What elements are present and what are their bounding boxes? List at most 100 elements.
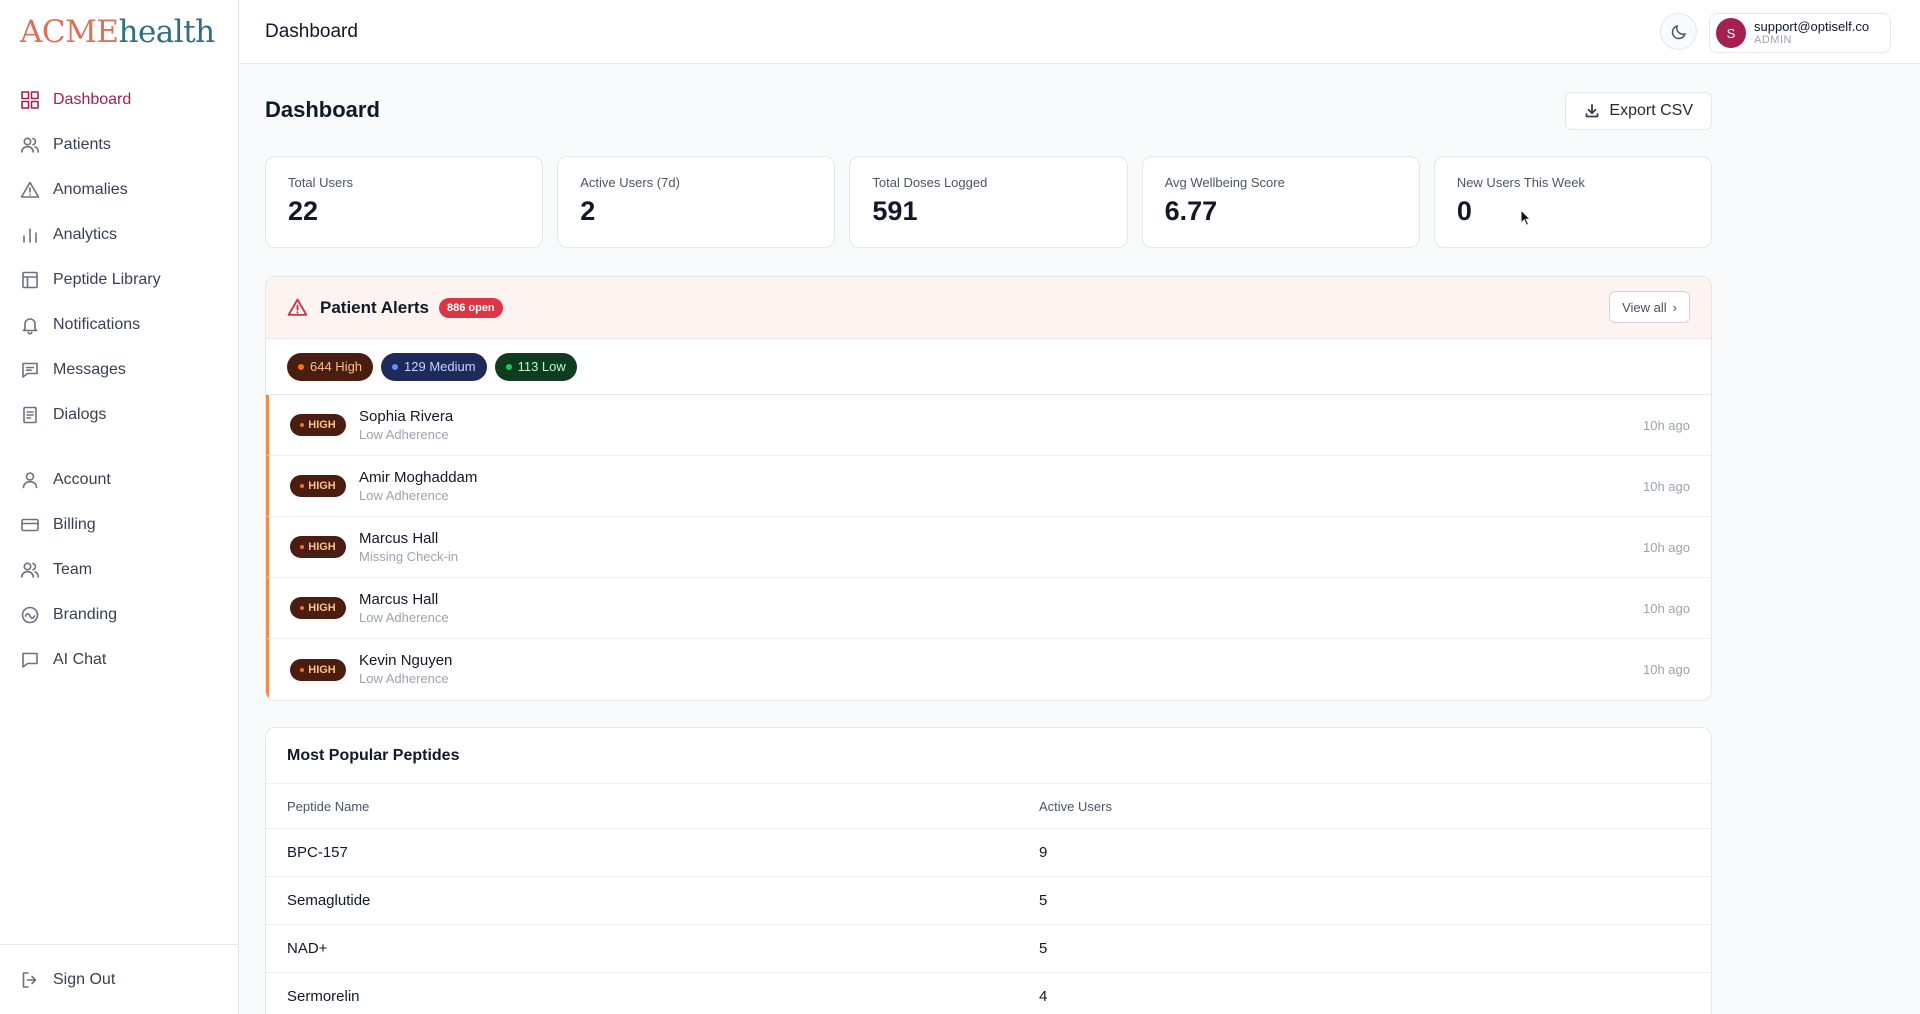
active-users-count: 5 [1039,940,1048,957]
dot-icon [505,363,512,370]
sidebar-item-billing[interactable]: Billing [0,502,238,547]
acme-health-logo[interactable]: ACME health [0,0,238,63]
dot-icon [300,423,305,427]
severity-label: HIGH [308,480,336,492]
stat-value: 6.77 [1164,196,1218,226]
alert-patient-name: Kevin Nguyen [359,652,453,669]
alert-row[interactable]: HIGH Amir Moghaddam Low Adherence 10h ago [266,456,1711,517]
alerts-title: Patient Alerts [320,297,429,317]
nav-section-gap [0,437,238,457]
avatar: S [1716,18,1746,48]
sidebar-item-label: AI Chat [53,650,107,668]
alert-time: 10h ago [1643,417,1690,433]
alert-time: 10h ago [1643,600,1690,616]
popular-peptides-table: Most Popular Peptides Peptide Name Activ… [265,727,1712,1014]
sign-out-icon [22,971,37,988]
table-header: Peptide Name Active Users [266,784,1711,829]
sidebar-item-branding[interactable]: Branding [0,592,238,637]
bell-icon [22,317,38,334]
users-icon [21,136,39,153]
alert-type: Low Adherence [359,671,449,686]
column-header-active-users[interactable]: Active Users [1039,799,1112,814]
alert-row[interactable]: HIGH Sophia Rivera Low Adherence 10h ago [266,395,1711,456]
theme-toggle-button[interactable] [1660,13,1697,50]
active-users-count: 4 [1039,988,1048,1005]
chat-icon [22,652,38,668]
alert-row[interactable]: HIGH Marcus Hall Low Adherence 10h ago [266,578,1711,639]
stat-card-active-users: Active Users (7d) 2 [557,156,836,248]
sign-out-label: Sign Out [53,970,116,988]
severity-badge: HIGH [290,536,346,558]
alert-type: Low Adherence [359,426,449,442]
sidebar-item-dialogs[interactable]: Dialogs [0,392,238,437]
severity-label: HIGH [308,541,336,553]
stat-label: Total Users [288,175,354,190]
alert-type: Low Adherence [359,487,449,503]
peptide-name: BPC-157 [287,844,348,861]
mouse-cursor-icon [1520,209,1532,226]
dot-icon [298,363,304,370]
table-row[interactable]: Semaglutide 5 [266,877,1711,925]
stat-card-new-users: New Users This Week 0 [1433,156,1713,248]
user-role: ADMIN [1754,34,1792,46]
column-header-peptide-name[interactable]: Peptide Name [287,799,1039,814]
view-all-label: View all [1622,299,1667,315]
sidebar-item-label: Patients [53,135,111,153]
moon-icon [1671,24,1686,39]
table-row[interactable]: Sermorelin 4 [266,973,1711,1014]
export-csv-button[interactable]: Export CSV [1565,92,1712,130]
stat-label: Total Doses Logged [872,175,988,190]
stat-card-total-users: Total Users 22 [265,156,544,248]
credit-card-icon [21,518,39,531]
filter-high[interactable]: 644 High [287,352,374,381]
sidebar-item-label: Dashboard [53,90,132,108]
alert-patient-name: Amir Moghaddam [359,468,478,486]
sidebar-item-label: Notifications [53,315,141,333]
team-icon [21,561,39,578]
sidebar-item-peptide-library[interactable]: Peptide Library [0,257,238,302]
sidebar-item-team[interactable]: Team [0,547,238,592]
alert-row[interactable]: HIGH Marcus Hall Missing Check-in 10h ago [266,517,1711,578]
alert-time: 10h ago [1643,662,1690,677]
document-icon [23,406,37,423]
user-icon [22,471,38,488]
message-icon [22,362,38,378]
sign-out-button[interactable]: Sign Out [0,944,238,1014]
table-row[interactable]: NAD+ 5 [266,925,1711,973]
header-title: Dashboard [265,20,358,42]
sidebar-item-label: Account [53,470,111,488]
dot-icon [300,606,305,610]
table-row[interactable]: BPC-157 9 [266,829,1711,877]
dot-icon [392,363,399,370]
severity-label: HIGH [308,663,336,676]
dot-icon [300,545,305,549]
user-menu[interactable]: S support@optiself.co ADMIN [1709,13,1891,53]
export-csv-label: Export CSV [1609,102,1693,119]
sidebar-item-anomalies[interactable]: Anomalies [0,167,238,212]
sidebar-item-ai-chat[interactable]: AI Chat [0,637,238,682]
sidebar-item-patients[interactable]: Patients [0,122,238,167]
page-header: Dashboard Export CSV [265,64,1712,156]
alert-row[interactable]: HIGH Kevin Nguyen Low Adherence 10h ago [266,639,1711,700]
peptide-name: Sermorelin [287,988,360,1005]
severity-filters: 644 High 129 Medium 113 Low [266,339,1711,395]
peptide-name: NAD+ [287,940,328,957]
table-title: Most Popular Peptides [266,728,1711,784]
filter-medium[interactable]: 129 Medium [381,352,487,381]
sidebar-item-account[interactable]: Account [0,457,238,502]
sidebar-item-notifications[interactable]: Notifications [0,302,238,347]
main-content: Dashboard Export CSV Total Users 22 Acti… [265,64,1713,1014]
chevron-right-icon: › [1672,299,1677,315]
stat-value: 2 [580,196,596,226]
filter-low[interactable]: 113 Low [494,352,577,381]
alert-type: Low Adherence [359,609,449,625]
view-all-button[interactable]: View all › [1609,291,1690,323]
stat-label: Active Users (7d) [580,175,680,190]
severity-label: HIGH [308,602,336,614]
download-icon [1586,104,1599,118]
sidebar-item-analytics[interactable]: Analytics [0,212,238,257]
sidebar: ACME health Dashboard Patients Anomalies … [0,0,239,1014]
sidebar-item-dashboard[interactable]: Dashboard [0,77,238,122]
sidebar-item-messages[interactable]: Messages [0,347,238,392]
alert-patient-name: Marcus Hall [359,590,439,608]
